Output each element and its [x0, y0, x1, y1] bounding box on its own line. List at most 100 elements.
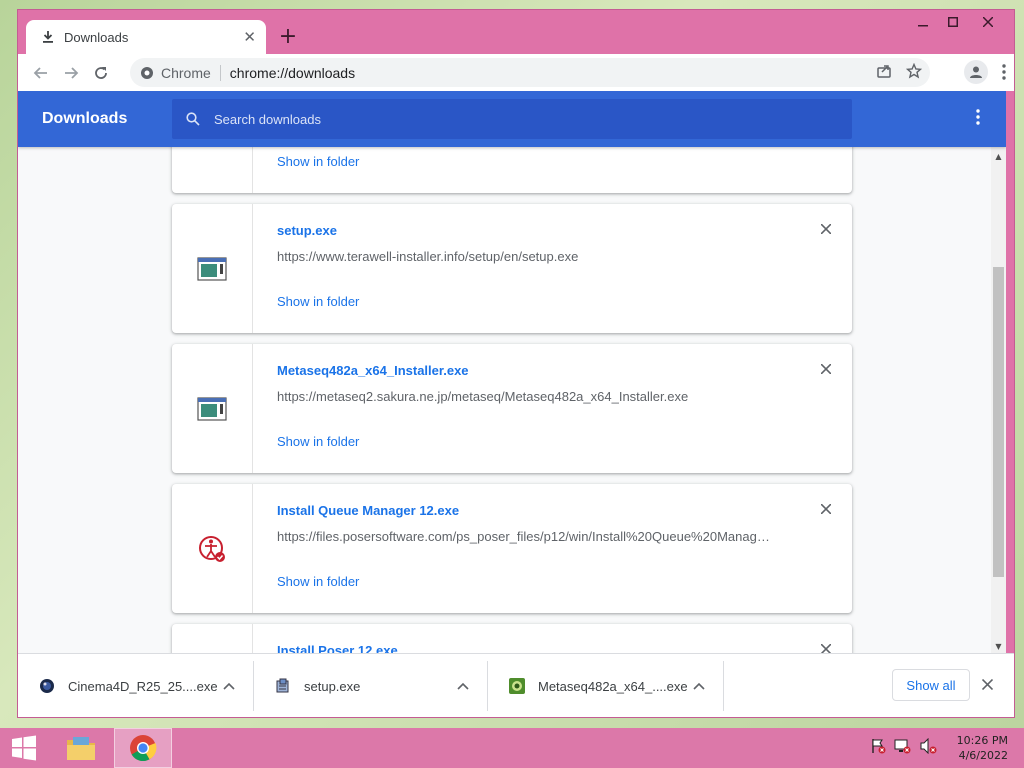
- remove-download-button[interactable]: [818, 641, 834, 653]
- file-icon-column: [172, 624, 253, 653]
- maximize-icon: [948, 17, 958, 27]
- back-arrow-icon: [33, 66, 47, 79]
- file-url[interactable]: https://files.posersoftware.com/ps_poser…: [277, 529, 777, 544]
- remove-download-button[interactable]: [818, 361, 834, 377]
- download-shelf: Cinema4D_R25_25....exe setup.exe Metaseq…: [18, 653, 1014, 717]
- chrome-window: Downloads ✕ + Chrome chrome://downloads: [17, 9, 1015, 718]
- file-name-link[interactable]: Metaseq482a_x64_Installer.exe: [277, 363, 469, 378]
- close-icon: [981, 678, 993, 690]
- download-card: Install Poser 12.exe: [172, 624, 852, 653]
- chrome-logo-icon: [130, 735, 157, 762]
- windows-logo-icon: [12, 735, 36, 761]
- minimize-icon: [918, 25, 928, 27]
- forward-button[interactable]: [56, 58, 86, 88]
- network-icon[interactable]: [894, 738, 912, 754]
- page-menu-icon[interactable]: [976, 109, 980, 125]
- show-in-folder-link[interactable]: Show in folder: [277, 154, 359, 169]
- scroll-up-arrow[interactable]: ▲: [991, 149, 1006, 163]
- metaseq-icon: [508, 677, 526, 695]
- new-tab-button[interactable]: +: [276, 24, 300, 49]
- chevron-up-icon[interactable]: [453, 682, 473, 690]
- shelf-item[interactable]: Metaseq482a_x64_....exe: [488, 661, 724, 711]
- remove-download-button[interactable]: [818, 501, 834, 517]
- download-card: Install Queue Manager 12.exe https://fil…: [172, 484, 852, 613]
- file-name-link[interactable]: Install Poser 12.exe: [277, 643, 398, 653]
- back-button[interactable]: [26, 58, 56, 88]
- minimize-button[interactable]: [908, 12, 938, 32]
- search-placeholder: Search downloads: [214, 111, 321, 127]
- page-scrollbar[interactable]: ▲ ▼: [991, 147, 1006, 653]
- download-icon: [40, 29, 56, 45]
- download-card: setup.exe https://www.terawell-installer…: [172, 204, 852, 333]
- download-card: Metaseq482a_x64_Installer.exe https://me…: [172, 344, 852, 473]
- search-icon: [186, 112, 200, 126]
- omnibox-actions: [876, 63, 922, 79]
- taskbar-chrome[interactable]: [114, 728, 172, 768]
- close-icon: [821, 644, 831, 653]
- tab-close-icon[interactable]: ✕: [243, 28, 256, 46]
- folder-icon: [67, 737, 95, 760]
- taskbar: 10:26 PM 4/6/2022: [0, 728, 1024, 768]
- chip-label: Chrome: [161, 64, 211, 81]
- close-window-button[interactable]: [968, 12, 1008, 32]
- forward-arrow-icon: [65, 66, 79, 79]
- close-icon: [821, 504, 831, 514]
- start-button[interactable]: [0, 728, 48, 768]
- remove-download-button[interactable]: [818, 221, 834, 237]
- shelf-file-name: setup.exe: [304, 678, 361, 694]
- volume-muted-icon[interactable]: [920, 738, 938, 754]
- maximize-button[interactable]: [938, 12, 968, 32]
- file-url[interactable]: https://www.terawell-installer.info/setu…: [277, 249, 777, 264]
- taskbar-file-explorer[interactable]: [52, 728, 110, 768]
- address-bar[interactable]: Chrome chrome://downloads: [130, 58, 930, 87]
- person-icon: [970, 66, 982, 78]
- toolbar-right: [964, 60, 1006, 84]
- scrollbar-thumb[interactable]: [993, 267, 1004, 577]
- file-icon-column: [172, 204, 253, 333]
- clock-time: 10:26 PM: [956, 734, 1008, 747]
- file-name-link[interactable]: Install Queue Manager 12.exe: [277, 503, 459, 518]
- taskbar-clock[interactable]: 10:26 PM 4/6/2022: [957, 733, 1008, 763]
- reload-icon: [95, 66, 107, 79]
- file-icon-column: [172, 344, 253, 473]
- url-text[interactable]: chrome://downloads: [221, 65, 355, 81]
- close-icon: [821, 364, 831, 374]
- action-center-flag-icon[interactable]: [870, 738, 886, 754]
- shelf-item[interactable]: setup.exe: [254, 661, 488, 711]
- chevron-up-icon[interactable]: [689, 682, 709, 690]
- reload-button[interactable]: [86, 58, 116, 88]
- show-in-folder-link[interactable]: Show in folder: [277, 574, 359, 589]
- shelf-item[interactable]: Cinema4D_R25_25....exe: [18, 661, 254, 711]
- window-controls: [908, 12, 1008, 32]
- file-url[interactable]: https://metaseq2.sakura.ne.jp/metaseq/Me…: [277, 389, 777, 404]
- chrome-menu-icon[interactable]: [1002, 64, 1006, 80]
- cinema4d-icon: [38, 677, 56, 695]
- scroll-down-arrow[interactable]: ▼: [991, 639, 1006, 653]
- bookmark-star-icon[interactable]: [906, 63, 922, 79]
- shelf-file-name: Metaseq482a_x64_....exe: [538, 678, 688, 694]
- downloads-page: Downloads Search downloads Show in folde…: [18, 91, 1006, 653]
- show-in-folder-link[interactable]: Show in folder: [277, 294, 359, 309]
- close-shelf-button[interactable]: [978, 675, 996, 693]
- installer-icon: [274, 677, 292, 695]
- tab-title: Downloads: [64, 29, 129, 45]
- profile-avatar[interactable]: [964, 60, 988, 84]
- toolbar: Chrome chrome://downloads: [18, 54, 1014, 91]
- show-all-button[interactable]: Show all: [892, 669, 970, 701]
- share-icon[interactable]: [876, 63, 892, 79]
- poser-icon: [199, 535, 225, 562]
- site-info-chip[interactable]: Chrome: [140, 64, 221, 81]
- tab-downloads[interactable]: Downloads ✕: [26, 20, 266, 54]
- shelf-file-name: Cinema4D_R25_25....exe: [68, 678, 218, 694]
- file-icon-column: [172, 484, 253, 613]
- close-icon: [821, 224, 831, 234]
- system-tray: [870, 738, 938, 754]
- exe-window-icon: [197, 256, 227, 281]
- show-in-folder-link[interactable]: Show in folder: [277, 434, 359, 449]
- clock-date: 4/6/2022: [958, 749, 1008, 762]
- downloads-header: Downloads Search downloads: [18, 91, 1006, 147]
- file-name-link[interactable]: setup.exe: [277, 223, 337, 238]
- chevron-up-icon[interactable]: [219, 682, 239, 690]
- page-title: Downloads: [42, 110, 128, 127]
- search-downloads-input[interactable]: Search downloads: [172, 99, 852, 139]
